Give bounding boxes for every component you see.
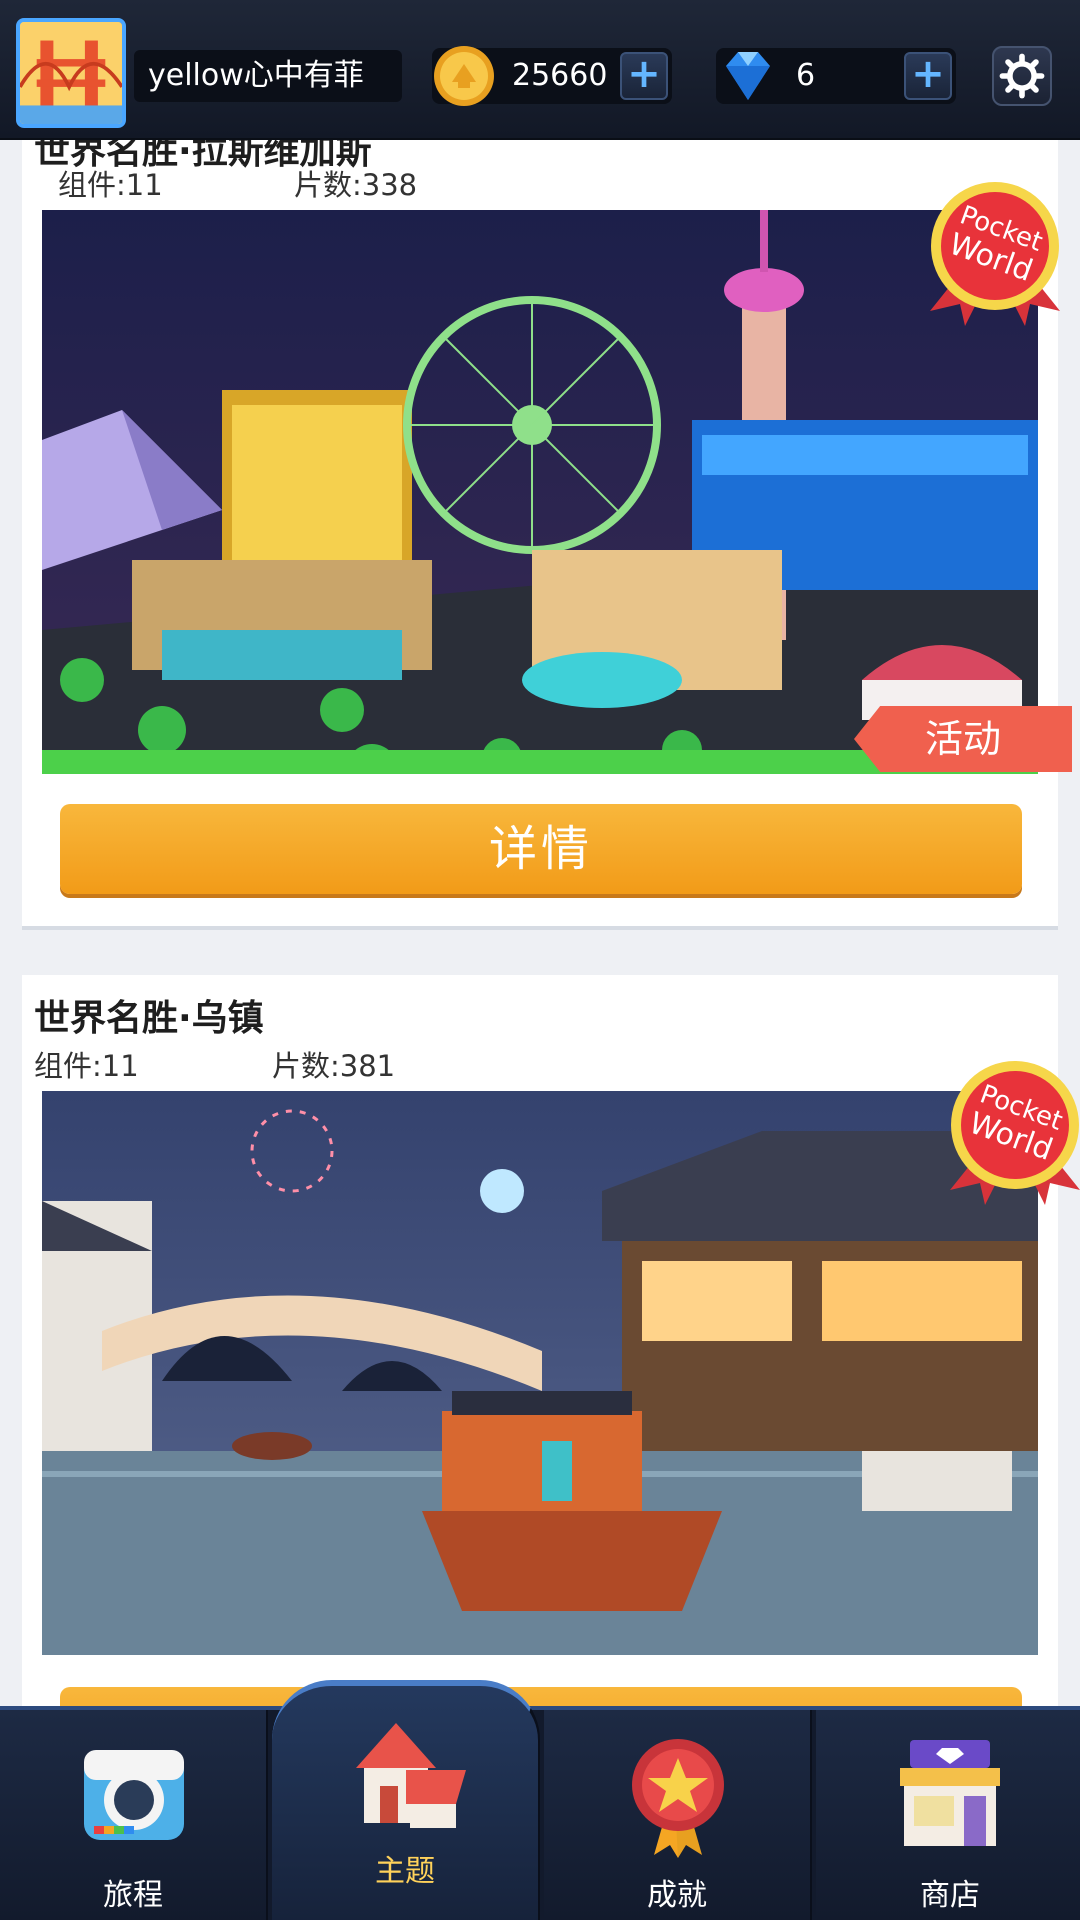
- theme-card-wuzhen: 世界名胜·乌镇 组件:11 片数:381 Pocket World: [22, 975, 1080, 1777]
- username: yellow心中有菲: [134, 50, 402, 102]
- avatar[interactable]: [16, 18, 126, 128]
- top-bar: yellow心中有菲 25660 + 6 +: [0, 0, 1080, 140]
- nav-tab-shop[interactable]: 商店: [816, 1710, 1080, 1920]
- diamond-icon: [726, 52, 770, 100]
- event-ribbon: 活动: [854, 706, 1072, 772]
- coin-balance: 25660 +: [432, 46, 672, 106]
- settings-button[interactable]: [992, 46, 1052, 106]
- components-count: 组件:11: [58, 168, 163, 202]
- nav-tab-themes[interactable]: 主题: [272, 1680, 540, 1920]
- nav-label: 主题: [375, 1854, 435, 1889]
- theme-image[interactable]: [42, 210, 1038, 774]
- pieces-count: 片数:381: [272, 1049, 396, 1083]
- add-gems-button[interactable]: +: [904, 52, 952, 100]
- add-coins-button[interactable]: +: [620, 52, 668, 100]
- house-icon: [336, 1708, 476, 1838]
- wuzhen-scene: [42, 1091, 1038, 1655]
- bottom-nav: 旅程 主题 成就 商店: [0, 1680, 1080, 1920]
- pocket-world-badge: Pocket World: [920, 176, 1070, 326]
- gem-count: 6: [796, 58, 816, 93]
- shop-icon: [880, 1730, 1020, 1860]
- nav-label: 旅程: [103, 1878, 163, 1913]
- card-title: 世界名胜·乌镇: [34, 998, 264, 1039]
- coin-count: 25660: [512, 58, 608, 93]
- medal-icon: [608, 1730, 748, 1860]
- camera-icon: [64, 1730, 204, 1860]
- gem-balance: 6 +: [716, 48, 956, 104]
- nav-tab-achievements[interactable]: 成就: [544, 1710, 812, 1920]
- theme-image[interactable]: [42, 1091, 1038, 1655]
- components-count: 组件:11: [34, 1049, 139, 1083]
- coin-icon: [434, 46, 494, 106]
- nav-label: 成就: [647, 1878, 707, 1913]
- pocket-world-badge: Pocket World: [940, 1055, 1080, 1205]
- details-button[interactable]: 详情: [60, 804, 1022, 894]
- nav-label: 商店: [920, 1878, 980, 1913]
- pieces-count: 片数:338: [294, 168, 418, 202]
- las-vegas-scene: [42, 210, 1038, 774]
- bridge-icon: [20, 22, 122, 124]
- nav-tab-journey[interactable]: 旅程: [0, 1710, 268, 1920]
- theme-card-las-vegas: 世界名胜·拉斯维加斯 组件:11 片数:338 Pocket World 活动 …: [22, 131, 1072, 930]
- gear-icon: [999, 53, 1045, 99]
